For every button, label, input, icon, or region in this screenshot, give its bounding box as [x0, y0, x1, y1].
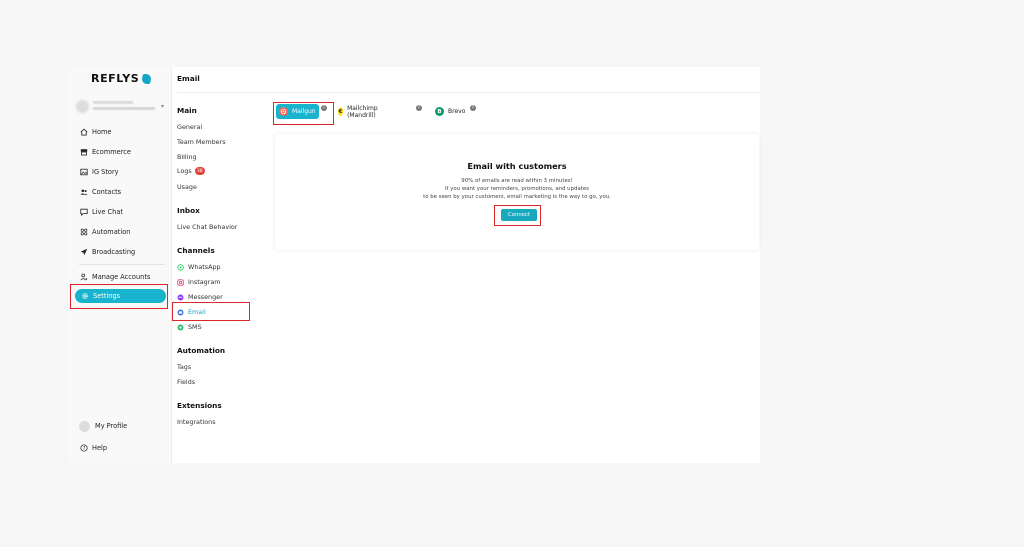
- card-description-line: to be seen by your customers, email mark…: [423, 194, 611, 200]
- whatsapp-icon: [177, 263, 184, 271]
- sms-icon: [177, 323, 184, 331]
- sidebar-item-live-chat[interactable]: Live Chat: [79, 205, 123, 219]
- mailchimp-info-icon[interactable]: ?: [416, 105, 422, 111]
- account-avatar: [76, 99, 89, 113]
- instagram-icon: [177, 278, 184, 286]
- submenu-item-general[interactable]: General: [177, 123, 202, 131]
- submenu-item-label: SMS: [188, 323, 202, 331]
- sidebar-item-label: Ecommerce: [92, 148, 131, 156]
- sidebar: REFLYS ▾ Home Ecommerce IG Story Contact…: [70, 67, 172, 463]
- mailchimp-icon: €: [338, 107, 344, 116]
- send-icon: [79, 248, 88, 257]
- email-highlight-box: [172, 302, 250, 321]
- submenu-item-usage[interactable]: Usage: [177, 183, 197, 191]
- brevo-icon: B: [435, 107, 444, 116]
- logo-text: REFLYS: [91, 72, 140, 85]
- card-title: Email with customers: [467, 161, 567, 171]
- submenu-heading-inbox: Inbox: [177, 206, 200, 215]
- sidebar-item-label: Automation: [92, 228, 131, 236]
- submenu-heading-extensions: Extensions: [177, 401, 222, 410]
- submenu-item-fields[interactable]: Fields: [177, 378, 195, 386]
- sidebar-item-label: IG Story: [92, 168, 119, 176]
- submenu-item-logs[interactable]: Logs 38: [177, 167, 205, 175]
- sidebar-item-label: Manage Accounts: [92, 273, 151, 281]
- sidebar-item-help[interactable]: ? Help: [79, 441, 107, 455]
- submenu-item-live-chat-behavior[interactable]: Live Chat Behavior: [177, 223, 237, 231]
- submenu-item-sms[interactable]: SMS: [177, 323, 202, 331]
- avatar: [79, 420, 90, 432]
- help-icon: ?: [79, 444, 88, 453]
- logo: REFLYS: [91, 72, 153, 85]
- sidebar-item-ig-story[interactable]: IG Story: [79, 165, 119, 179]
- submenu-item-team-members[interactable]: Team Members: [177, 138, 226, 146]
- submenu-item-label: Messenger: [188, 293, 223, 301]
- submenu-item-label: Logs: [177, 167, 192, 175]
- submenu-heading-automation: Automation: [177, 346, 226, 355]
- sidebar-item-home[interactable]: Home: [79, 125, 111, 139]
- chat-icon: [79, 208, 88, 217]
- tab-label: Brevo: [448, 108, 466, 115]
- sidebar-item-manage-accounts[interactable]: Manage Accounts: [79, 270, 150, 284]
- logo-mark-icon: [141, 73, 153, 84]
- email-connect-card: Email with customers 90% of emails are r…: [275, 134, 759, 250]
- submenu-heading-channels: Channels: [177, 246, 215, 255]
- account-name-blurred: [93, 101, 157, 111]
- sidebar-divider: [79, 264, 165, 265]
- submenu-heading-main: Main: [177, 106, 197, 115]
- submenu-item-billing[interactable]: Billing: [177, 153, 197, 161]
- sidebar-item-label: My Profile: [95, 422, 128, 430]
- submenu-item-integrations[interactable]: Integrations: [177, 418, 216, 426]
- user-settings-icon: [79, 273, 88, 282]
- tab-mailchimp[interactable]: € Mailchimp (Mandrill): [338, 104, 382, 119]
- home-icon: [79, 128, 88, 137]
- mailgun-highlight-box: [273, 102, 334, 125]
- app-window: REFLYS ▾ Home Ecommerce IG Story Contact…: [70, 67, 760, 463]
- card-description-line: 90% of emails are read within 3 minutes!: [461, 178, 573, 184]
- sidebar-item-label: Broadcasting: [92, 248, 136, 256]
- sidebar-item-label: Home: [92, 128, 112, 136]
- connect-highlight-box: [494, 205, 541, 226]
- sidebar-item-label: Help: [92, 444, 108, 452]
- sidebar-item-automation[interactable]: Automation: [79, 225, 130, 239]
- settings-highlight-box: [70, 284, 168, 309]
- submenu-item-instagram[interactable]: Instagram: [177, 278, 221, 286]
- account-switcher[interactable]: ▾: [70, 96, 172, 116]
- tab-label: Mailchimp (Mandrill): [347, 104, 378, 119]
- submenu-item-tags[interactable]: Tags: [177, 363, 191, 371]
- sidebar-item-broadcasting[interactable]: Broadcasting: [79, 245, 135, 259]
- brevo-info-icon[interactable]: ?: [470, 105, 476, 111]
- submenu-item-label: Instagram: [188, 278, 221, 286]
- card-description-line: If you want your reminders, promotions, …: [445, 186, 589, 192]
- sidebar-item-ecommerce[interactable]: Ecommerce: [79, 145, 131, 159]
- sidebar-item-my-profile[interactable]: My Profile: [79, 419, 127, 433]
- store-icon: [79, 148, 88, 157]
- chevron-down-icon: ▾: [161, 102, 165, 110]
- users-icon: [79, 188, 88, 197]
- tab-brevo[interactable]: B Brevo: [435, 104, 465, 119]
- sidebar-item-label: Live Chat: [92, 208, 123, 216]
- automation-icon: [79, 228, 88, 237]
- image-icon: [79, 168, 88, 177]
- submenu-item-messenger[interactable]: Messenger: [177, 293, 223, 301]
- settings-submenu: Main General Team Members Billing Logs 3…: [177, 67, 267, 463]
- sidebar-item-contacts[interactable]: Contacts: [79, 185, 121, 199]
- sidebar-item-label: Contacts: [92, 188, 122, 196]
- submenu-item-label: WhatsApp: [188, 263, 221, 271]
- submenu-item-whatsapp[interactable]: WhatsApp: [177, 263, 221, 271]
- messenger-icon: [177, 293, 184, 301]
- logs-count-badge: 38: [194, 167, 205, 175]
